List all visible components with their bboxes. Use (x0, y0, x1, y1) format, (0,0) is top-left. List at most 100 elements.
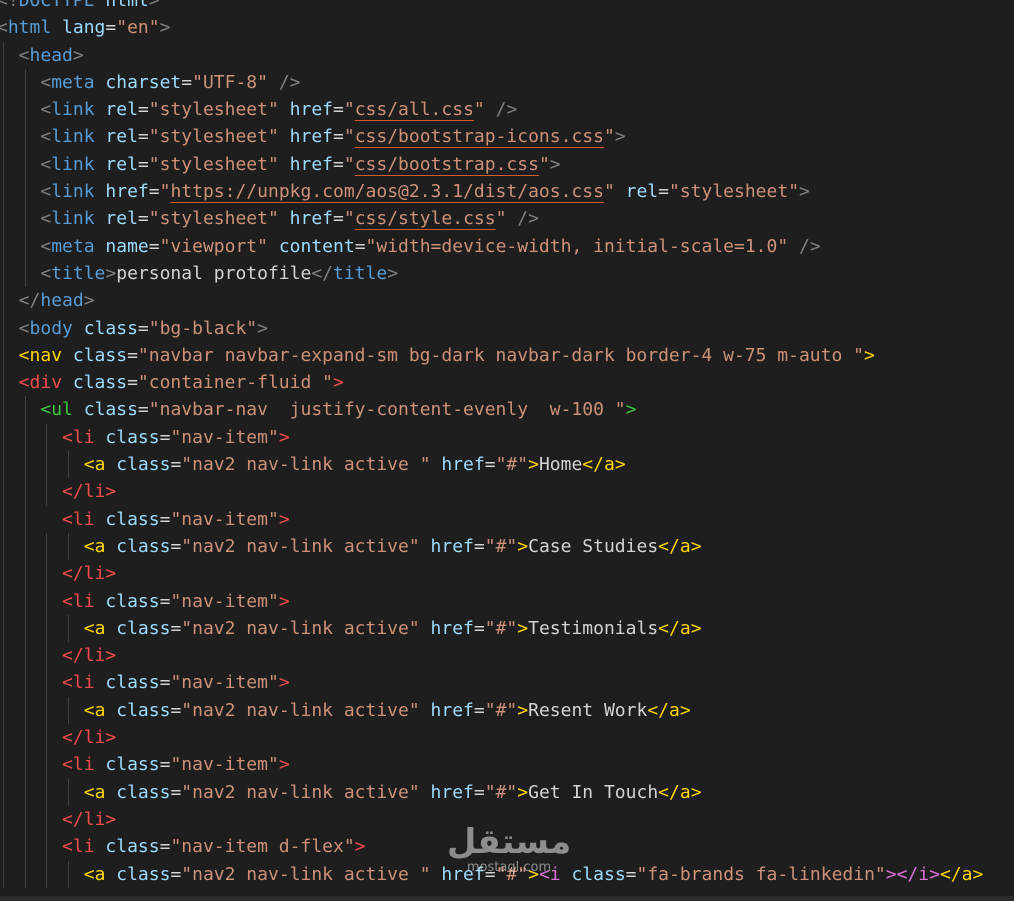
code-line[interactable]: <!DOCTYPE html> (0, 0, 1014, 14)
indent-guide (24, 96, 26, 124)
code-editor[interactable]: <!DOCTYPE html> <html lang="en"> <head> <me… (0, 0, 1014, 901)
code-token: "stylesheet" (668, 181, 800, 203)
code-line[interactable]: </li> (0, 724, 1014, 752)
indent-guide (3, 778, 4, 806)
indent-guide (24, 614, 26, 643)
code-line[interactable]: <meta name="viewport" content="width=dev… (0, 232, 1014, 260)
code-line[interactable]: <li class="nav-item d-flex"> (0, 833, 1014, 861)
code-line[interactable]: <a class="nav2 nav-link active" href="#"… (0, 614, 1014, 643)
indent-guide (3, 259, 4, 288)
indent-guide (46, 860, 48, 888)
code-line-content: </li> (62, 478, 116, 505)
code-token: href (289, 99, 334, 121)
indent-guide (46, 423, 48, 452)
indent-guide (24, 642, 26, 670)
code-token: = (159, 672, 171, 694)
code-token: = (159, 508, 171, 530)
code-line[interactable]: <head> (0, 41, 1014, 69)
code-token: = (105, 17, 117, 39)
code-link-token[interactable]: css/all.css (355, 99, 474, 120)
indent-guide (68, 532, 70, 561)
code-line[interactable]: <link rel="stylesheet" href="css/style.c… (0, 205, 1014, 233)
code-token: a (94, 699, 106, 721)
code-line[interactable]: <link href="https://unpkg.com/aos@2.3.1/… (0, 178, 1014, 206)
code-token: </ (896, 863, 919, 885)
code-line[interactable]: <div class="container-fluid "> (0, 369, 1014, 397)
code-line[interactable]: <a class="nav2 nav-link active" href="#"… (0, 532, 1014, 561)
code-token: > (72, 44, 84, 66)
code-link-token[interactable]: https://unpkg.com/aos@2.3.1/dist/aos.css (170, 181, 603, 202)
code-line[interactable]: <link rel="stylesheet" href="css/bootstr… (0, 123, 1014, 151)
code-line[interactable]: <a class="nav2 nav-link active " href="#… (0, 860, 1014, 888)
code-token: class (83, 317, 138, 339)
code-link-token[interactable]: css/style.css (355, 208, 496, 229)
code-token: > (257, 317, 268, 339)
indent-guide (3, 833, 4, 861)
code-token: < (0, 17, 8, 39)
code-line[interactable]: <a class="nav2 nav-link active " href="#… (0, 451, 1014, 479)
code-line-content: <li class="nav-item d-flex"> (62, 833, 365, 860)
code-line[interactable]: <li class="nav-item"> (0, 505, 1014, 533)
code-token: > (690, 617, 702, 639)
code-token: class (116, 454, 171, 476)
indent-guide (3, 560, 4, 588)
code-line[interactable]: </li> (0, 478, 1014, 506)
code-line[interactable]: <nav class="navbar navbar-expand-sm bg-d… (0, 341, 1014, 370)
indent-guide (3, 205, 4, 233)
code-token: > (105, 481, 117, 503)
code-token: = (137, 317, 149, 339)
code-token: a (679, 781, 691, 803)
code-token: > (278, 426, 290, 448)
code-token: class (72, 372, 128, 394)
indent-guide (24, 805, 26, 834)
code-line[interactable]: <link rel="stylesheet" href="css/bootstr… (0, 150, 1014, 179)
horizontal-scrollbar[interactable] (0, 896, 1014, 901)
code-line[interactable]: </li> (0, 805, 1014, 834)
code-line[interactable]: <li class="nav-item"> (0, 751, 1014, 779)
code-token: "nav2 nav-link active" (181, 535, 420, 557)
code-line[interactable]: <body class="bg-black"> (0, 314, 1014, 342)
code-token: href (289, 153, 334, 175)
code-token: "#" (484, 617, 518, 639)
indent-guide (46, 833, 48, 861)
indent-guide (3, 614, 4, 643)
code-line[interactable]: <link rel="stylesheet" href="css/all.css… (0, 96, 1014, 124)
code-line[interactable]: </li> (0, 560, 1014, 588)
code-token: html (105, 0, 149, 11)
code-line[interactable]: <li class="nav-item"> (0, 587, 1014, 615)
code-line-content: <a class="nav2 nav-link active" href="#"… (84, 779, 702, 806)
code-token: = (333, 126, 344, 148)
code-token: a (961, 863, 973, 885)
code-line[interactable]: </li> (0, 642, 1014, 670)
code-line[interactable]: </head> (0, 287, 1014, 315)
code-line[interactable]: <html lang="en"> (0, 14, 1014, 41)
code-line[interactable]: <a class="nav2 nav-link active" href="#"… (0, 696, 1014, 725)
code-token: > (105, 727, 117, 749)
code-line[interactable]: <ul class="navbar-nav justify-content-ev… (0, 396, 1014, 424)
code-token: li (83, 808, 106, 830)
indent-guide (46, 669, 48, 697)
code-token: < (40, 399, 52, 421)
code-area[interactable]: <!DOCTYPE html> <html lang="en"> <head> <me… (0, 0, 1014, 888)
code-link-token[interactable]: css/bootstrap.css (355, 154, 539, 175)
code-token: </ (62, 808, 84, 830)
code-line[interactable]: <li class="nav-item"> (0, 669, 1014, 697)
code-line[interactable]: <meta charset="UTF-8" /> (0, 68, 1014, 97)
code-line[interactable]: <li class="nav-item"> (0, 423, 1014, 452)
code-line[interactable]: <title>personal protofile</title> (0, 259, 1014, 288)
code-link-token[interactable]: css/bootstrap-icons.css (355, 126, 604, 147)
code-token: content (278, 235, 355, 257)
code-token: > (517, 699, 529, 721)
code-token: li (72, 426, 95, 448)
indent-guide (24, 724, 26, 752)
code-token: < (62, 508, 73, 530)
code-line-content: <meta name="viewport" content="width=dev… (40, 233, 820, 260)
code-token: = (484, 863, 496, 885)
code-line[interactable]: <a class="nav2 nav-link active" href="#"… (0, 778, 1014, 806)
code-token: </ (939, 863, 962, 885)
